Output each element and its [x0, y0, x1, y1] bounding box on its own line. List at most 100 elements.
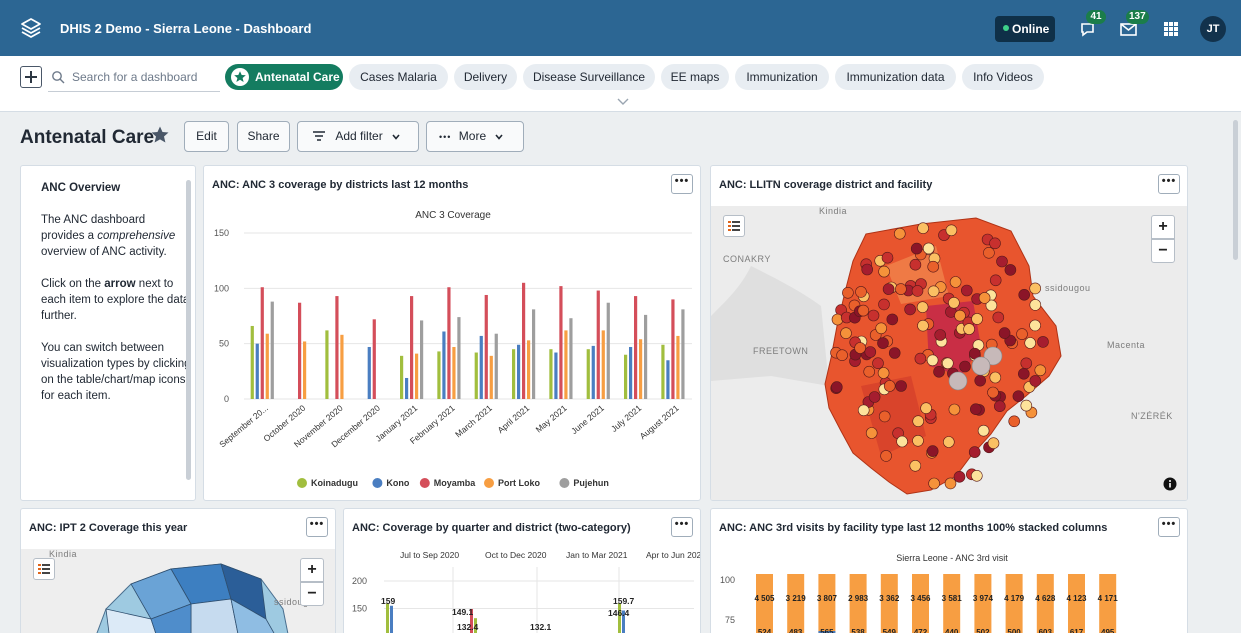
- facility-point: [878, 410, 891, 423]
- facility-point: [977, 424, 990, 437]
- filter-icon: [313, 131, 325, 141]
- x-tick-label: September 20...: [217, 403, 270, 450]
- bar-pujehun: [420, 320, 424, 399]
- dhis2-logo-icon[interactable]: [20, 17, 42, 39]
- facility-point: [1016, 328, 1028, 340]
- messages-button[interactable]: 137: [1118, 10, 1149, 40]
- legend-swatch: [297, 478, 307, 488]
- share-button[interactable]: Share: [237, 121, 290, 152]
- overview-scrollbar[interactable]: [186, 180, 191, 480]
- facility-point: [836, 349, 848, 361]
- bar-pujehun: [606, 302, 610, 399]
- llitn-map[interactable]: Kindia CONAKRY FREETOWN ssidougou Macent…: [711, 206, 1187, 500]
- more-dots-icon: •••: [439, 132, 452, 142]
- info-icon[interactable]: [1163, 477, 1177, 491]
- bar-koinadugu: [661, 344, 665, 399]
- search-icon: [52, 71, 65, 84]
- chip-info-videos[interactable]: Info Videos: [962, 64, 1044, 90]
- facility-point: [857, 404, 870, 417]
- app-title: DHIS 2 Demo - Sierra Leone - Dashboard: [60, 21, 312, 36]
- facility-point: [883, 380, 896, 392]
- facility-point: [992, 311, 1005, 324]
- search-input[interactable]: [72, 68, 212, 86]
- map-legend-button[interactable]: [33, 558, 55, 580]
- bar-port-loko: [527, 340, 531, 399]
- dashboard-title: Antenatal Care: [20, 127, 155, 148]
- item-menu-button[interactable]: •••: [1158, 517, 1180, 537]
- legend-label: Moyamba: [434, 478, 477, 488]
- online-dot-icon: [1003, 25, 1009, 31]
- messages-count-badge: 137: [1126, 10, 1149, 24]
- bar-koinadugu: [437, 351, 441, 399]
- map-legend-button[interactable]: [723, 215, 745, 237]
- facility-point: [917, 222, 929, 235]
- edit-button[interactable]: Edit: [184, 121, 229, 152]
- item-menu-button[interactable]: •••: [306, 517, 328, 537]
- anc3-bar-chart: ANC 3 Coverage050100150September 20...Oc…: [214, 210, 692, 488]
- data-label: 502: [976, 628, 990, 633]
- more-button[interactable]: ••• More: [426, 121, 524, 152]
- stacked-bar-segment: [943, 574, 961, 633]
- zoom-in-button[interactable]: +: [300, 558, 324, 582]
- y-tick-label: 100: [214, 283, 229, 293]
- data-label: 4 505: [754, 594, 775, 603]
- card-title: ANC: ANC 3rd visits by facility type las…: [719, 522, 1108, 534]
- bar-port-loko: [639, 339, 643, 399]
- zoom-out-button[interactable]: −: [300, 582, 324, 606]
- facility-point: [904, 303, 916, 316]
- data-label: 4 123: [1066, 594, 1087, 603]
- bar-port-loko: [265, 333, 269, 399]
- facility-point: [948, 371, 968, 391]
- data-label: 146.4: [608, 608, 630, 618]
- facility-point: [880, 450, 892, 462]
- chevron-down-icon[interactable]: [617, 98, 629, 106]
- bar-koinadugu: [512, 349, 516, 399]
- zoom-out-button[interactable]: −: [1151, 239, 1175, 263]
- user-avatar[interactable]: JT: [1200, 16, 1226, 42]
- chip-label: Delivery: [463, 70, 508, 84]
- page-scrollbar[interactable]: [1233, 120, 1238, 260]
- data-label: 603: [1039, 628, 1053, 633]
- facility-point: [875, 322, 887, 335]
- chip-delivery[interactable]: Delivery: [454, 64, 517, 90]
- chip-cases-malaria[interactable]: Cases Malaria: [349, 64, 448, 90]
- bar-kono: [405, 377, 409, 399]
- facility-point: [1029, 299, 1042, 311]
- chip-immunization[interactable]: Immunization: [735, 64, 829, 90]
- apps-grid-icon[interactable]: [1160, 18, 1182, 40]
- facility-point: [1012, 390, 1025, 402]
- bar-port-loko: [564, 330, 568, 399]
- bar-moyamba: [522, 282, 526, 399]
- chip-ee-maps[interactable]: EE maps: [661, 64, 729, 90]
- item-menu-button[interactable]: •••: [671, 174, 693, 194]
- stacked-bar-segment: [912, 574, 929, 633]
- legend-label: Kono: [386, 478, 409, 488]
- chevron-down-icon: [392, 134, 400, 140]
- chip-antenatal-care[interactable]: Antenatal Care: [225, 64, 343, 90]
- y-tick-label: 0: [224, 394, 229, 404]
- interpretations-button[interactable]: 41: [1078, 10, 1106, 40]
- ipt2-map[interactable]: Kindia ssidougou + −: [21, 549, 335, 633]
- x-tick-label: May 2021: [534, 403, 569, 435]
- facility-point: [867, 309, 880, 322]
- add-filter-button[interactable]: Add filter: [297, 121, 419, 152]
- bar-moyamba: [298, 302, 302, 399]
- facility-point: [882, 283, 895, 295]
- item-menu-button[interactable]: •••: [671, 517, 693, 537]
- chip-disease-surveillance[interactable]: Disease Surveillance: [523, 64, 655, 90]
- legend-label: Koinadugu: [311, 478, 358, 488]
- item-menu-button[interactable]: •••: [1158, 174, 1180, 194]
- chip-immunization-data[interactable]: Immunization data: [835, 64, 956, 90]
- star-icon[interactable]: [150, 125, 170, 145]
- facility-point: [861, 263, 873, 276]
- facility-point: [948, 403, 961, 416]
- add-dashboard-button[interactable]: [20, 66, 42, 88]
- zoom-in-button[interactable]: +: [1151, 215, 1175, 239]
- bar-moyamba: [447, 287, 451, 399]
- y-tick-label: 150: [352, 604, 367, 614]
- overview-text-run: Click on the: [41, 278, 105, 290]
- bar-port-loko: [676, 335, 680, 399]
- star-icon: [231, 68, 249, 86]
- y-tick-label: 75: [725, 615, 735, 625]
- legend-icon: [38, 564, 50, 574]
